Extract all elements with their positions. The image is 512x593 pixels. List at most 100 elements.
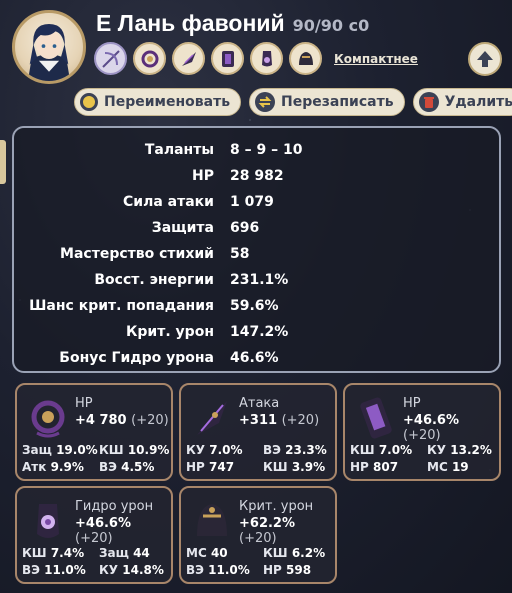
substat: МС 19 [427, 460, 469, 474]
substat: КУ 14.8% [99, 563, 164, 577]
stat-label: Таланты [144, 141, 214, 158]
main-value: +46.6% [403, 413, 459, 428]
weapon-slot[interactable] [94, 42, 127, 75]
plume-icon [181, 51, 196, 66]
stat-value: 46.6% [230, 349, 279, 366]
artifact-main-value: +4 780 (+20) [75, 413, 169, 428]
artifact-card-goblet[interactable]: Гидро урон +46.6% (+20) КШ 7.4% Защ 44 В… [15, 486, 173, 584]
rename-button[interactable]: Переименовать [74, 88, 242, 116]
stat-label: Мастерство стихий [60, 245, 214, 262]
artifact-main-stat: HP [75, 396, 93, 411]
goblet-icon [261, 50, 272, 66]
flower-icon [31, 400, 65, 438]
artifact-main-value: +311 (+20) [239, 413, 319, 428]
stat-label: Восст. энергии [94, 271, 214, 288]
artifact-card-circlet[interactable]: Крит. урон +62.2% (+20) МС 40 КШ 6.2% ВЭ… [179, 486, 337, 584]
character-avatar [12, 10, 86, 84]
substat: ВЭ 4.5% [99, 460, 155, 474]
substat: Атк 9.9% [22, 460, 84, 474]
main-value: +62.2% [239, 516, 295, 531]
substat: КУ 7.0% [186, 443, 243, 457]
substat: КШ 7.4% [22, 546, 85, 560]
side-tab-handle[interactable] [0, 140, 6, 184]
circlet-icon [298, 51, 313, 65]
upgrade-level: (+20) [239, 531, 277, 546]
stat-value: 59.6% [230, 297, 279, 314]
substat: HP 807 [350, 460, 399, 474]
substat: ВЭ 11.0% [186, 563, 250, 577]
artifact-card-plume[interactable]: Атака +311 (+20) КУ 7.0% ВЭ 23.3% HP 747… [179, 383, 337, 481]
stat-row-talents: Таланты 8 – 9 – 10 [14, 137, 499, 162]
artifact-main-stat: Атака [239, 396, 280, 411]
substat: МС 40 [186, 546, 228, 560]
substat: ВЭ 23.3% [263, 443, 327, 457]
substat: КШ 10.9% [99, 443, 170, 457]
stat-row-hydro-bonus: Бонус Гидро урона 46.6% [14, 345, 499, 370]
substat: Защ 19.0% [22, 443, 98, 457]
delete-label: Удалить [444, 94, 512, 110]
stat-row-atk: Сила атаки 1 079 [14, 189, 499, 214]
stat-row-def: Защита 696 [14, 215, 499, 240]
delete-button[interactable]: Удалить [412, 88, 512, 116]
stat-label: HP [192, 167, 214, 184]
stat-label: Шанс крит. попадания [29, 297, 214, 314]
substat: ВЭ 11.0% [22, 563, 86, 577]
artifact-card-flower[interactable]: HP +4 780 (+20) Защ 19.0% КШ 10.9% Атк 9… [15, 383, 173, 481]
circlet-icon [197, 504, 227, 536]
swap-icon [255, 92, 276, 112]
arrow-up-icon [477, 51, 493, 67]
rewrite-button[interactable]: Перезаписать [249, 88, 405, 116]
substat: Защ 44 [99, 546, 150, 560]
stat-label: Бонус Гидро урона [59, 349, 214, 366]
sands-icon [221, 50, 234, 67]
artifact-card-sands[interactable]: HP +46.6% (+20) КШ 7.0% КУ 13.2% HP 807 … [343, 383, 501, 481]
rewrite-label: Перезаписать [281, 94, 394, 110]
artifact-main-stat: Гидро урон [75, 499, 154, 514]
stat-value: 28 982 [230, 167, 284, 184]
stat-value: 1 079 [230, 193, 274, 210]
substat: КШ 7.0% [350, 443, 413, 457]
compact-toggle-link[interactable]: Компактнее [334, 52, 418, 66]
sands-icon [360, 397, 392, 439]
artifact-main-stat: Крит. урон [239, 499, 314, 514]
upgrade-level: (+20) [281, 413, 320, 428]
artifact-main-stat: HP [403, 396, 421, 411]
main-value: +4 780 [75, 413, 127, 428]
character-name: Е Лань фавоний [96, 10, 285, 36]
sands-slot[interactable] [211, 42, 244, 75]
stat-value: 58 [230, 245, 250, 262]
substat: КУ 13.2% [427, 443, 492, 457]
goblet-slot[interactable] [250, 42, 283, 75]
bow-icon [101, 49, 120, 68]
stat-label: Крит. урон [125, 323, 214, 340]
stat-value: 8 – 9 – 10 [230, 141, 303, 158]
stat-row-hp: HP 28 982 [14, 163, 499, 188]
substat: КШ 3.9% [263, 460, 326, 474]
upgrade-level: (+20) [131, 413, 169, 428]
trash-icon [418, 92, 439, 112]
goblet-icon [37, 504, 59, 538]
artifact-main-value: +46.6% (+20) [75, 516, 171, 546]
equipment-row: Компактнее [94, 42, 418, 75]
substat: HP 747 [186, 460, 235, 474]
flower-slot[interactable] [133, 42, 166, 75]
rename-label: Переименовать [104, 94, 231, 110]
main-value: +311 [239, 413, 278, 428]
stats-panel: Таланты 8 – 9 – 10 HP 28 982 Сила атаки 1 0… [12, 126, 501, 373]
substat: HP 598 [263, 563, 312, 577]
main-value: +46.6% [75, 516, 131, 531]
stat-row-em: Мастерство стихий 58 [14, 241, 499, 266]
circlet-slot[interactable] [289, 42, 322, 75]
stat-row-crit-rate: Шанс крит. попадания 59.6% [14, 293, 499, 318]
flower-icon [141, 50, 158, 67]
stat-value: 147.2% [230, 323, 289, 340]
plume-slot[interactable] [172, 42, 205, 75]
scroll-up-button[interactable] [468, 42, 502, 76]
stat-label: Сила атаки [123, 193, 214, 210]
character-level: 90/90 c0 [292, 16, 370, 35]
artifact-main-value: +62.2% (+20) [239, 516, 335, 546]
rename-icon [80, 93, 98, 111]
stat-row-crit-dmg: Крит. урон 147.2% [14, 319, 499, 344]
upgrade-level: (+20) [75, 531, 113, 546]
artifact-main-value: +46.6% (+20) [403, 413, 499, 443]
